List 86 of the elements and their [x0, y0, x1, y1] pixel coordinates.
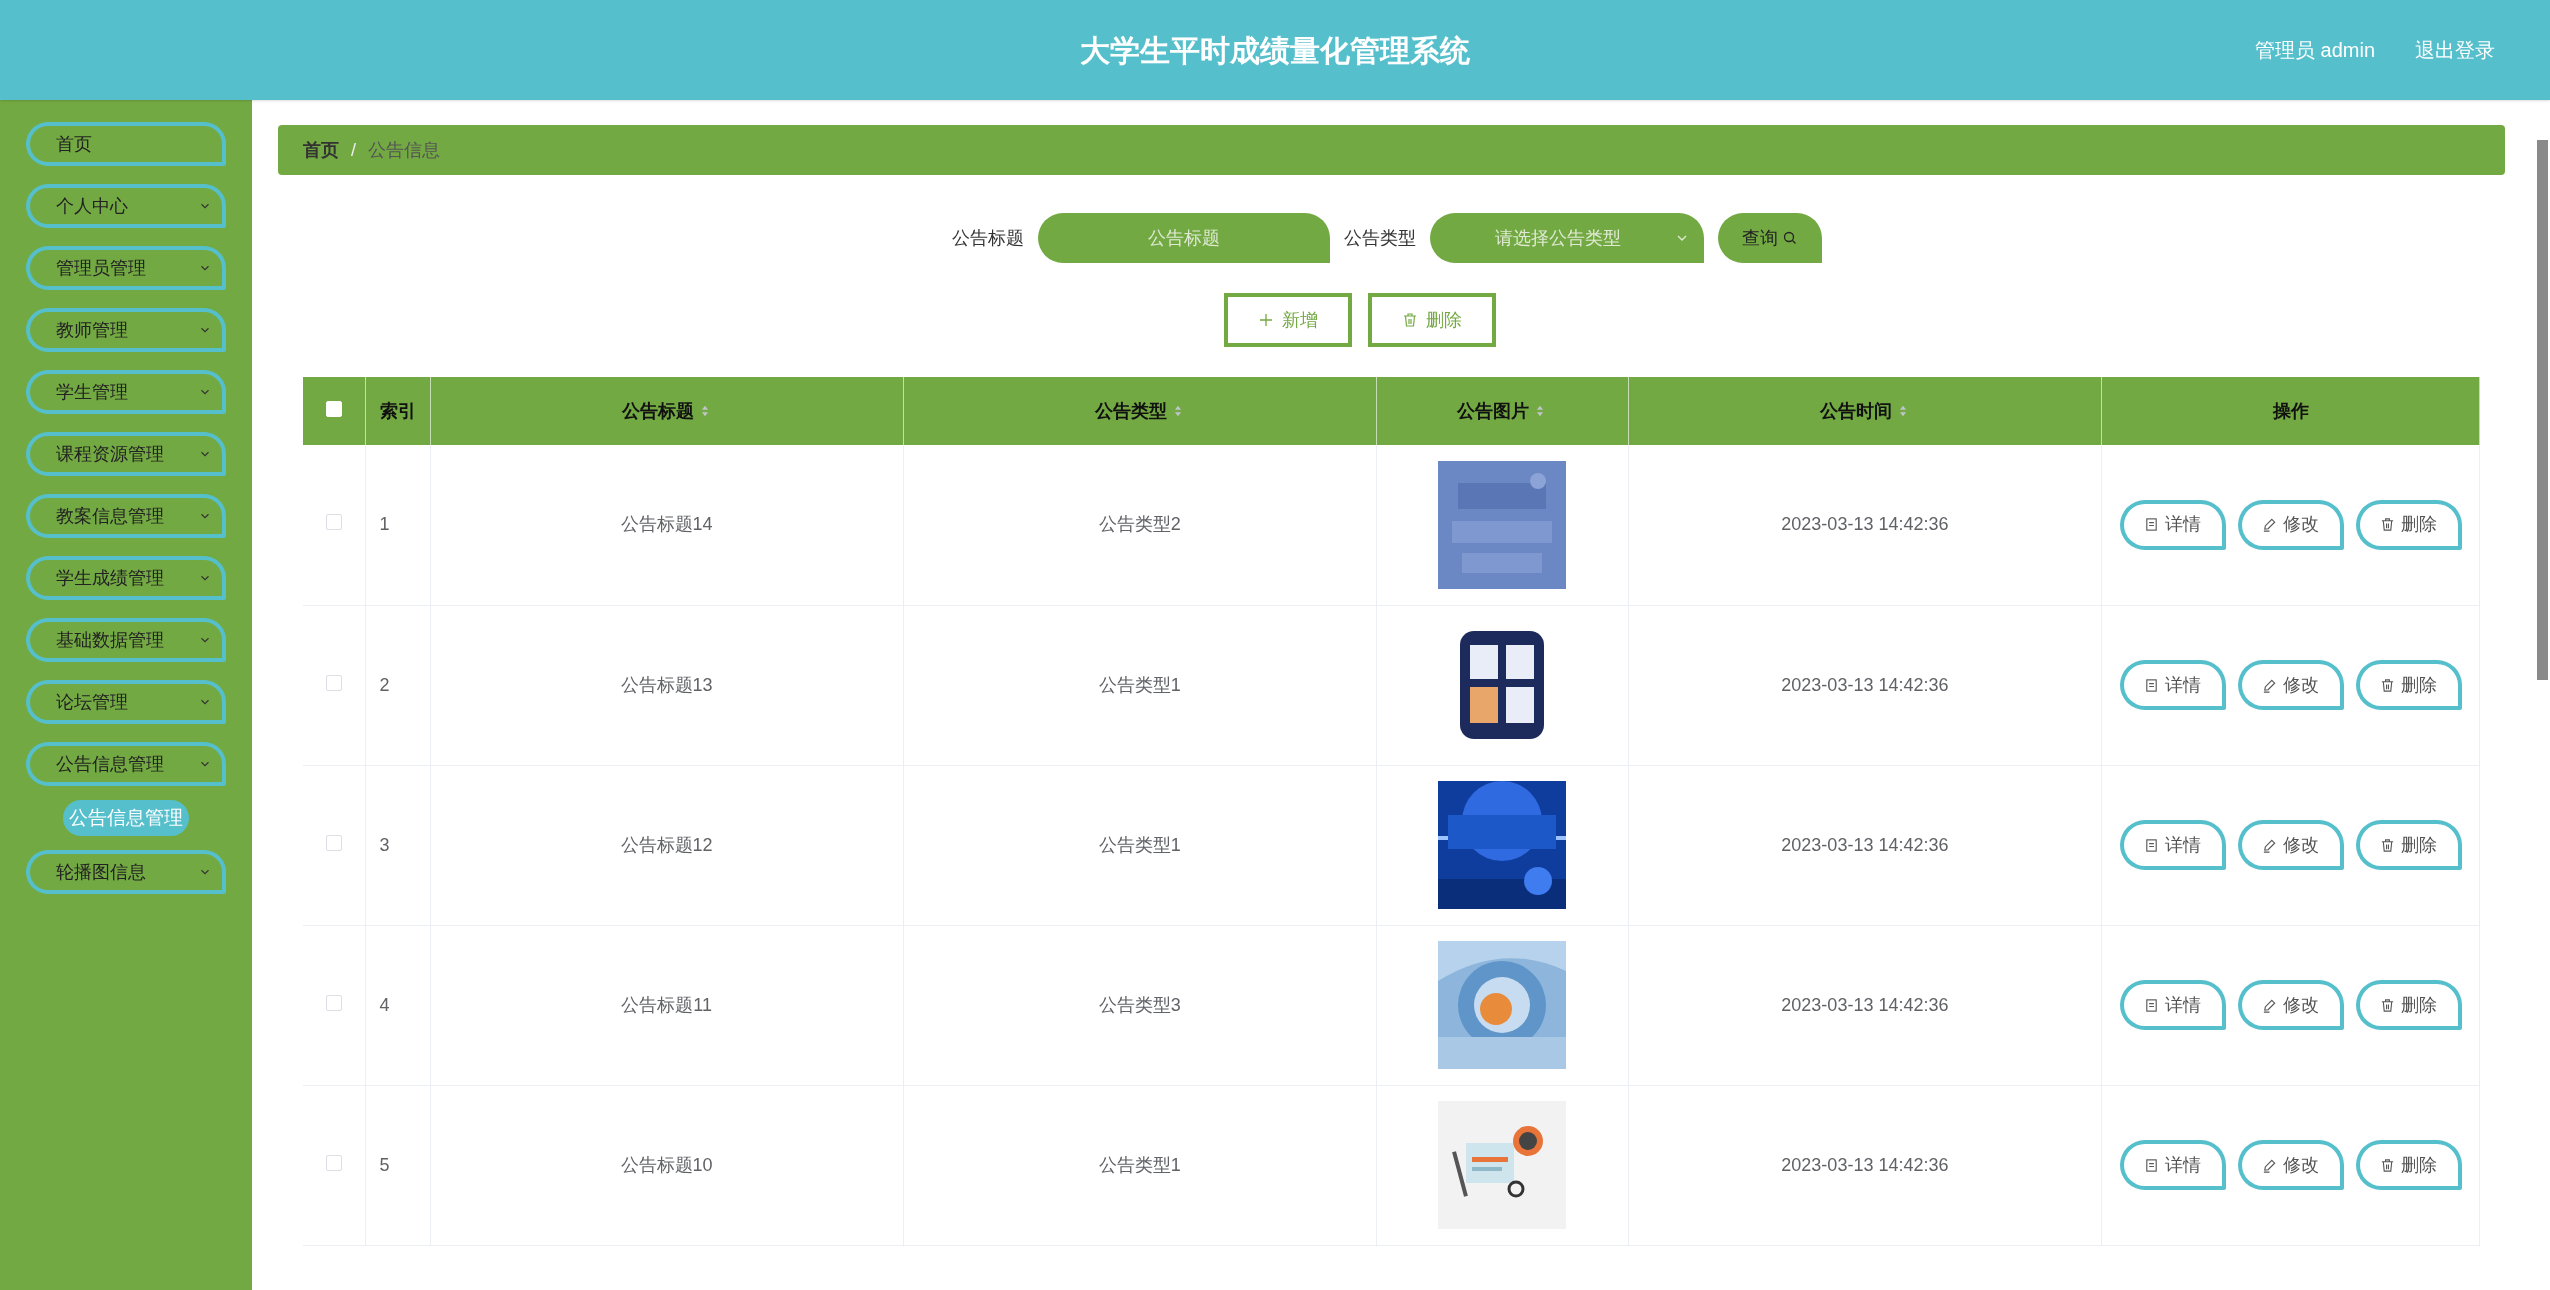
sidebar-item[interactable]: 课程资源管理 — [26, 432, 226, 476]
detail-button[interactable]: 详情 — [2119, 660, 2226, 710]
table-cell: 2023-03-13 14:42:36 — [1781, 1154, 1949, 1175]
checkbox[interactable] — [325, 834, 342, 851]
trash-icon — [2380, 517, 2395, 533]
trash-icon — [2380, 677, 2395, 693]
table-cell: 公告标题12 — [620, 834, 713, 855]
app-title: 大学生平时成绩量化管理系统 — [1080, 32, 1470, 69]
trash-icon — [2380, 837, 2395, 853]
table-cell: 2 — [379, 674, 390, 695]
column-header[interactable]: 公告时间 — [1819, 397, 1910, 425]
pencil-icon — [2262, 837, 2277, 853]
table-cell: 5 — [379, 1154, 390, 1175]
column-header[interactable]: 公告图片 — [1457, 397, 1548, 425]
field-label: 公告类型 — [1343, 226, 1416, 250]
sidebar-item[interactable]: 轮播图信息 — [26, 850, 226, 894]
breadcrumb-current: 公告信息 — [368, 138, 440, 162]
edit-button[interactable]: 修改 — [2237, 820, 2344, 870]
breadcrumb-link[interactable]: 首页 — [303, 136, 339, 164]
trash-icon — [2380, 1157, 2395, 1173]
detail-button[interactable]: 详情 — [2119, 980, 2226, 1030]
edit-button[interactable]: 修改 — [2237, 1140, 2344, 1190]
breadcrumb-separator: / — [351, 138, 356, 162]
table-cell: 2023-03-13 14:42:36 — [1781, 514, 1949, 535]
pencil-icon — [2262, 517, 2277, 533]
sidebar-item[interactable]: 教案信息管理 — [26, 494, 226, 538]
table-cell: 4 — [379, 994, 390, 1015]
document-icon — [2144, 1157, 2159, 1173]
sidebar-item[interactable]: 学生成绩管理 — [26, 556, 226, 600]
table-cell: 2023-03-13 14:42:36 — [1781, 674, 1949, 695]
column-header: 操作 — [2272, 399, 2309, 423]
pencil-icon — [2262, 677, 2277, 693]
table-cell: 1 — [379, 514, 390, 535]
edit-button[interactable]: 修改 — [2237, 980, 2344, 1030]
table-cell: 公告类型1 — [1098, 834, 1181, 855]
document-icon — [2144, 677, 2159, 693]
table-cell: 公告标题14 — [620, 514, 713, 535]
table-cell: 公告类型2 — [1098, 514, 1181, 535]
detail-button[interactable]: 详情 — [2119, 820, 2226, 870]
checkbox[interactable] — [325, 1154, 342, 1171]
table-cell: 公告类型3 — [1098, 994, 1181, 1015]
table-cell: 2023-03-13 14:42:36 — [1781, 834, 1949, 855]
sidebar-item[interactable]: 基础数据管理 — [26, 618, 226, 662]
search-icon — [1781, 230, 1798, 246]
pencil-icon — [2262, 1157, 2277, 1173]
edit-button[interactable]: 修改 — [2237, 499, 2344, 550]
table-cell: 公告类型1 — [1098, 674, 1181, 695]
trash-icon — [2380, 997, 2395, 1013]
checkbox[interactable] — [325, 994, 342, 1011]
column-header: 索引 — [379, 399, 416, 423]
sidebar-item[interactable]: 公告信息管理 — [26, 742, 226, 786]
sidebar-item[interactable]: 首页 — [26, 122, 226, 166]
search-button[interactable]: 查询 — [1717, 213, 1822, 263]
checkbox[interactable] — [325, 674, 342, 691]
table-cell: 3 — [379, 834, 390, 855]
document-icon — [2144, 997, 2159, 1013]
document-icon — [2144, 517, 2159, 533]
document-icon — [2144, 837, 2159, 853]
edit-button[interactable]: 修改 — [2237, 660, 2344, 710]
sidebar-item[interactable]: 论坛管理 — [26, 680, 226, 724]
sidebar-item[interactable]: 学生管理 — [26, 370, 226, 414]
delete-button[interactable]: 删除 — [2355, 820, 2462, 870]
trash-icon — [1401, 312, 1418, 328]
detail-button[interactable]: 详情 — [2119, 1140, 2226, 1190]
checkbox[interactable] — [325, 514, 342, 531]
delete-button[interactable]: 删除 — [2355, 1140, 2462, 1190]
plus-icon — [1257, 312, 1274, 328]
scrollbar[interactable] — [2537, 140, 2548, 680]
delete-button[interactable]: 删除 — [2355, 660, 2462, 710]
column-header[interactable]: 公告标题 — [621, 397, 712, 425]
field-label: 公告标题 — [951, 226, 1024, 250]
table-cell: 公告标题13 — [620, 674, 713, 695]
table-cell: 公告标题10 — [620, 1154, 713, 1175]
column-header[interactable]: 公告类型 — [1094, 397, 1185, 425]
delete-button[interactable]: 删除 — [2355, 499, 2462, 550]
sidebar-item[interactable]: 教师管理 — [26, 308, 226, 352]
delete-button[interactable]: 删除 — [2355, 980, 2462, 1030]
pencil-icon — [2262, 997, 2277, 1013]
user-label: 管理员 admin — [2254, 38, 2375, 63]
sidebar-item[interactable]: 管理员管理 — [26, 246, 226, 290]
search-field[interactable]: 公告标题 — [1037, 213, 1330, 263]
table-cell: 2023-03-13 14:42:36 — [1781, 994, 1949, 1015]
sidebar-item[interactable]: 个人中心 — [26, 184, 226, 228]
table-cell: 公告类型1 — [1098, 1154, 1181, 1175]
table-cell: 公告标题11 — [621, 994, 712, 1015]
detail-button[interactable]: 详情 — [2119, 499, 2226, 550]
